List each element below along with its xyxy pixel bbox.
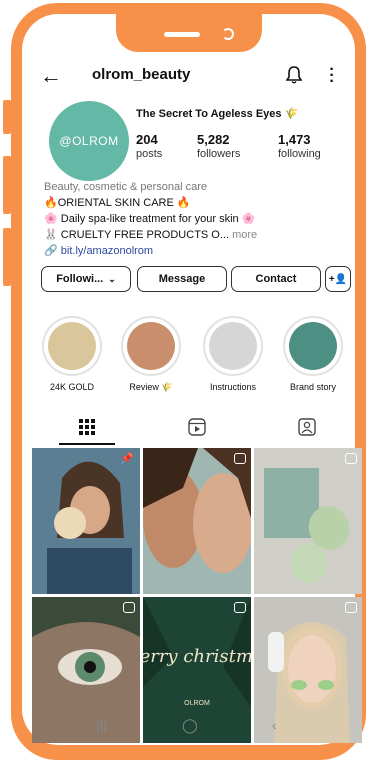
highlight-review[interactable]: Review 🌾: [119, 316, 183, 393]
contact-button[interactable]: Contact: [231, 266, 321, 292]
highlight-ring: [203, 316, 263, 376]
username: olrom_beauty: [92, 66, 191, 83]
post-caption-merry: Merry christmas: [143, 646, 251, 667]
reel-icon: [234, 453, 246, 464]
bio-line-3: 🐰 CRUELTY FREE PRODUCTS O...: [44, 229, 230, 241]
highlight-instructions[interactable]: Instructions: [201, 316, 265, 392]
highlight-ring: [42, 316, 102, 376]
system-navbar: ||| ◯ ‹: [22, 709, 355, 745]
profile-tabs: [22, 410, 355, 445]
highlight-label: Review 🌾: [129, 382, 173, 392]
notch: [116, 14, 262, 52]
highlight-ring: [121, 316, 181, 376]
highlight-label: Instructions: [209, 382, 257, 392]
reel-icon: [234, 602, 246, 613]
bio: Beauty, cosmetic & personal care 🔥ORIENT…: [44, 179, 257, 259]
highlight-image: [209, 322, 257, 370]
camera-icon: [222, 28, 234, 40]
add-person-icon: +👤: [328, 273, 348, 285]
stat-following-label: following: [278, 148, 321, 160]
highlight-brand-story[interactable]: Brand story: [281, 316, 345, 392]
bio-more-link[interactable]: more: [232, 229, 257, 241]
bio-link[interactable]: bit.ly/amazonolrom: [61, 245, 153, 257]
recent-apps-icon[interactable]: |||: [96, 717, 107, 733]
stat-followers-count: 5,282: [197, 132, 230, 147]
reels-icon: [188, 418, 206, 436]
grid-icon: [79, 419, 95, 435]
stat-following-count: 1,473: [278, 132, 311, 147]
highlight-image: [289, 322, 337, 370]
grid-post[interactable]: 📌: [32, 448, 140, 594]
back-nav-icon[interactable]: ‹: [272, 717, 277, 733]
stat-followers-label: followers: [197, 148, 241, 160]
grid-post[interactable]: [254, 448, 362, 594]
side-button-mid: [3, 156, 11, 214]
post-image: [254, 448, 362, 594]
bio-link-row[interactable]: 🔗 bit.ly/amazonolrom: [44, 243, 257, 259]
reel-icon: [345, 453, 357, 464]
tagged-icon: [298, 418, 316, 436]
stat-posts[interactable]: 204 posts: [136, 132, 162, 160]
highlight-label: Brand story: [289, 382, 337, 392]
post-image: [32, 448, 140, 594]
avatar-logo-text: @OLROM: [59, 134, 119, 148]
pin-icon: 📌: [120, 453, 134, 465]
stat-posts-label: posts: [136, 148, 163, 160]
bio-line-3-row: 🐰 CRUELTY FREE PRODUCTS O... more: [44, 227, 257, 243]
bio-category: Beauty, cosmetic & personal care: [44, 181, 208, 193]
avatar[interactable]: @OLROM: [49, 101, 129, 181]
side-button-top: [3, 100, 11, 134]
link-icon: 🔗: [44, 245, 58, 257]
highlight-ring: [283, 316, 343, 376]
tab-reels[interactable]: [142, 410, 252, 444]
following-button[interactable]: Followi... ⌄: [41, 266, 131, 292]
bio-title: The Secret To Ageless Eyes 🌾: [136, 108, 299, 120]
reel-icon: [123, 602, 135, 613]
post-image: [143, 448, 251, 594]
highlight-image: [127, 322, 175, 370]
reel-icon: [345, 602, 357, 613]
profile-header: ← olrom_beauty · · ·: [22, 62, 355, 90]
post-caption-brand: OLROM: [184, 700, 210, 707]
chevron-down-icon: ⌄: [108, 273, 116, 284]
message-button[interactable]: Message: [137, 266, 227, 292]
active-tab-indicator: [59, 443, 115, 445]
home-icon[interactable]: ◯: [182, 717, 198, 734]
stat-following[interactable]: 1,473 following: [278, 132, 321, 160]
back-arrow-icon[interactable]: ←: [40, 65, 62, 87]
highlight-24k-gold[interactable]: 24K GOLD: [40, 316, 104, 392]
bio-line-1: 🔥ORIENTAL SKIN CARE 🔥: [44, 197, 191, 209]
following-button-label: Followi...: [56, 273, 104, 285]
bell-icon[interactable]: [286, 66, 302, 84]
speaker-icon: [164, 32, 200, 37]
bio-line-2: 🌸 Daily spa-like treatment for your skin…: [44, 213, 256, 225]
stat-followers[interactable]: 5,282 followers: [197, 132, 240, 160]
tab-tagged[interactable]: [252, 410, 355, 444]
grid-post[interactable]: [143, 448, 251, 594]
add-person-button[interactable]: +👤: [325, 266, 351, 292]
side-button-low: [3, 228, 11, 286]
highlight-image: [48, 322, 96, 370]
tab-posts[interactable]: [32, 410, 142, 444]
more-options-icon[interactable]: · · ·: [328, 62, 336, 90]
highlight-label: 24K GOLD: [49, 382, 95, 392]
stat-posts-count: 204: [136, 132, 158, 147]
